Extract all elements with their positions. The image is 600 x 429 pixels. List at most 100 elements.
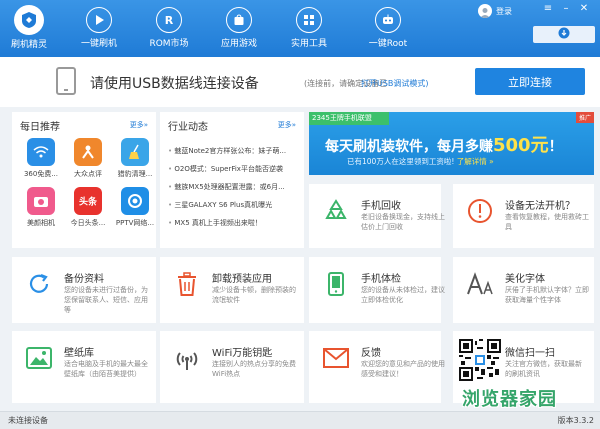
nav-label: ROM市场 [149,39,189,49]
svg-text:R: R [165,14,174,26]
daily-more-link[interactable]: 更多» [130,120,148,130]
robot-icon [375,7,401,33]
bag-icon [226,7,252,33]
close-icon[interactable]: ✕ [578,3,590,15]
version-label: 版本3.3.2 [557,416,594,425]
tile-phone-recycle[interactable]: 手机回收 老旧设备换现金，支持线上估价上门回收 [309,184,445,248]
ad-details-link[interactable]: 了解详情 » [457,157,494,166]
app-item[interactable]: 大众点评 [67,138,109,179]
ad-corner-badge: 推广 [575,112,594,123]
daily-recommend-card: 每日推荐 更多» 360免费... 大众点评 猎豹清理... 美颜相机 头条 今… [12,112,156,248]
news-item[interactable]: MX5 真机上手视频出来啦！ [168,214,296,232]
app-item[interactable]: 美颜相机 [20,187,62,228]
nav-one-click-flash[interactable]: 一键刷机 [64,0,134,57]
app-label: 360免费... [23,170,59,178]
tile-wifi-key[interactable]: WiFi万能钥匙 连接别人的热点分享的免费WiFi热点 [160,331,304,403]
industry-title: 行业动态 [168,122,208,133]
nav-rom-market[interactable]: R ROM市场 [134,0,204,57]
ad-money: 500元 [493,135,549,156]
news-list: 魅蓝Note2官方样张公布：妹子萌... O2O模式：SuperFix平台能否逆… [168,142,296,232]
tile-beautify-font[interactable]: 美化字体 厌倦了手机默认字体？立即获取海量个性字体 [453,257,594,323]
ad-tag: 2345王牌手机联盟 [309,112,389,125]
industry-news-card: 行业动态 更多» 魅蓝Note2官方样张公布：妹子萌... O2O模式：Supe… [160,112,304,248]
app-label: PPTV网络... [115,219,155,227]
wifi-icon [27,138,55,166]
tile-desc: 关注官方微信，获取最新的刷机资讯 [505,360,582,378]
download-icon [558,27,570,42]
menu-icon[interactable]: ≡ [542,3,554,15]
news-item[interactable]: O2O模式：SuperFix平台能否逆袭 [168,160,296,178]
tile-wallpaper[interactable]: 壁纸库 适合电脑及手机的最大最全壁纸库（由陌苔美提供） [12,331,156,403]
play-icon [86,7,112,33]
tile-backup[interactable]: 备份资料 您的设备未进行过备份，为您保留联系人、短信、应用等 [12,257,156,323]
news-item[interactable]: 魅蓝Note2官方样张公布：妹子萌... [168,142,296,160]
ad-headline-text: 每天刷机装软件，每月多赚 [325,139,493,155]
camera-icon [27,187,55,215]
connect-message: 请使用USB数据线连接设备 [90,76,259,92]
tile-title: WiFi万能钥匙 [212,348,273,359]
tile-title: 手机回收 [361,201,401,212]
industry-more-link[interactable]: 更多» [278,120,296,130]
status-bar: 未连接设备 版本3.3.2 [0,411,600,429]
wifi-key-icon [172,343,202,373]
brand-logo-icon [14,5,44,35]
tile-title: 微信扫一扫 [505,348,555,359]
brand-name: 刷机精灵 [10,40,47,50]
tile-desc: 您的设备未进行过备份，为您保留联系人、短信、应用等 [64,286,148,314]
grid-icon [296,7,322,33]
device-status: 未连接设备 [8,416,48,425]
tile-uninstall-preinstalled[interactable]: 卸载预装应用 减少设备卡顿，删除预装的流氓软件 [160,257,304,323]
app-label: 大众点评 [74,170,102,178]
top-bar: 刷机精灵 一键刷机 R ROM市场 应用游戏 实用工具 一键Root 登录 ≡ … [0,0,600,57]
ad-sub-text: 已有100万人在这里领到工资啦! [347,157,455,166]
tile-title: 手机体检 [361,274,401,285]
daily-title: 每日推荐 [20,122,60,133]
login-link[interactable]: 登录 [496,6,512,17]
tile-title: 美化字体 [505,274,545,285]
nav-tools[interactable]: 实用工具 [274,0,344,57]
nav-one-click-root[interactable]: 一键Root [353,0,423,57]
app-item[interactable]: 360免费... [20,138,62,179]
tile-desc: 厌倦了手机默认字体？立即获取海量个性字体 [505,286,589,304]
news-item[interactable]: 三星GALAXY S6 Plus真机曝光 [168,196,296,214]
connect-now-button[interactable]: 立即连接 [475,68,585,95]
broom-icon [121,138,149,166]
watermark: 浏览器家园 [462,389,557,410]
minimize-icon[interactable]: – [560,3,572,15]
login-area[interactable]: 登录 [478,4,512,18]
app-item[interactable]: PPTV网络... [114,187,156,228]
app-item[interactable]: 头条 今日头条... [67,187,109,228]
font-icon [465,269,495,299]
tile-title: 壁纸库 [64,348,94,359]
nav-label: 应用游戏 [220,39,257,49]
tile-desc: 您的设备从未体检过，建议立即体检优化 [361,286,445,304]
brand[interactable]: 刷机精灵 [0,0,58,57]
news-item[interactable]: 魅族MX5处理器配置泄露：或6月... [168,178,296,196]
window-controls: ≡ – ✕ [542,3,590,15]
main-nav: 一键刷机 R ROM市场 应用游戏 实用工具 [64,0,344,57]
mail-icon [321,343,351,373]
tile-cannot-boot[interactable]: 设备无法开机？ 查看恢复教程，使用救砖工具 [453,184,594,248]
connect-bar: 请使用USB数据线连接设备 (连接前，请确定设备已 打开USB调试模式) 立即连… [0,57,600,107]
tile-feedback[interactable]: 反馈 欢迎您的意见和产品的使用感受和建议！ [309,331,445,403]
download-manager-button[interactable] [533,26,595,43]
nav-label: 一键Root [368,39,408,49]
tile-title: 设备无法开机？ [505,201,575,212]
tile-desc: 减少设备卡顿，删除预装的流氓软件 [212,286,296,304]
tile-desc: 老旧设备换现金，支持线上估价上门回收 [361,213,445,231]
tile-title: 备份资料 [64,274,104,285]
app-label: 今日头条... [70,219,106,227]
toutiao-icon: 头条 [74,187,102,215]
tile-phone-checkup[interactable]: 手机体检 您的设备从未体检过，建议立即体检优化 [309,257,445,323]
app-label: 美颜相机 [27,219,55,227]
usb-debug-link[interactable]: 打开USB调试模式) [361,78,429,89]
ad-banner[interactable]: 2345王牌手机联盟 推广 每天刷机装软件，每月多赚500元！ 已有100万人在… [309,112,594,175]
avatar-icon [478,4,492,18]
warning-icon [465,196,495,226]
nav-apps-games[interactable]: 应用游戏 [204,0,274,57]
app-item[interactable]: 猎豹清理... [114,138,156,179]
phone-check-icon [321,269,351,299]
trash-icon [172,269,202,299]
ad-subline: 已有100万人在这里领到工资啦! 了解详情 » [347,156,494,167]
dianping-icon [74,138,102,166]
